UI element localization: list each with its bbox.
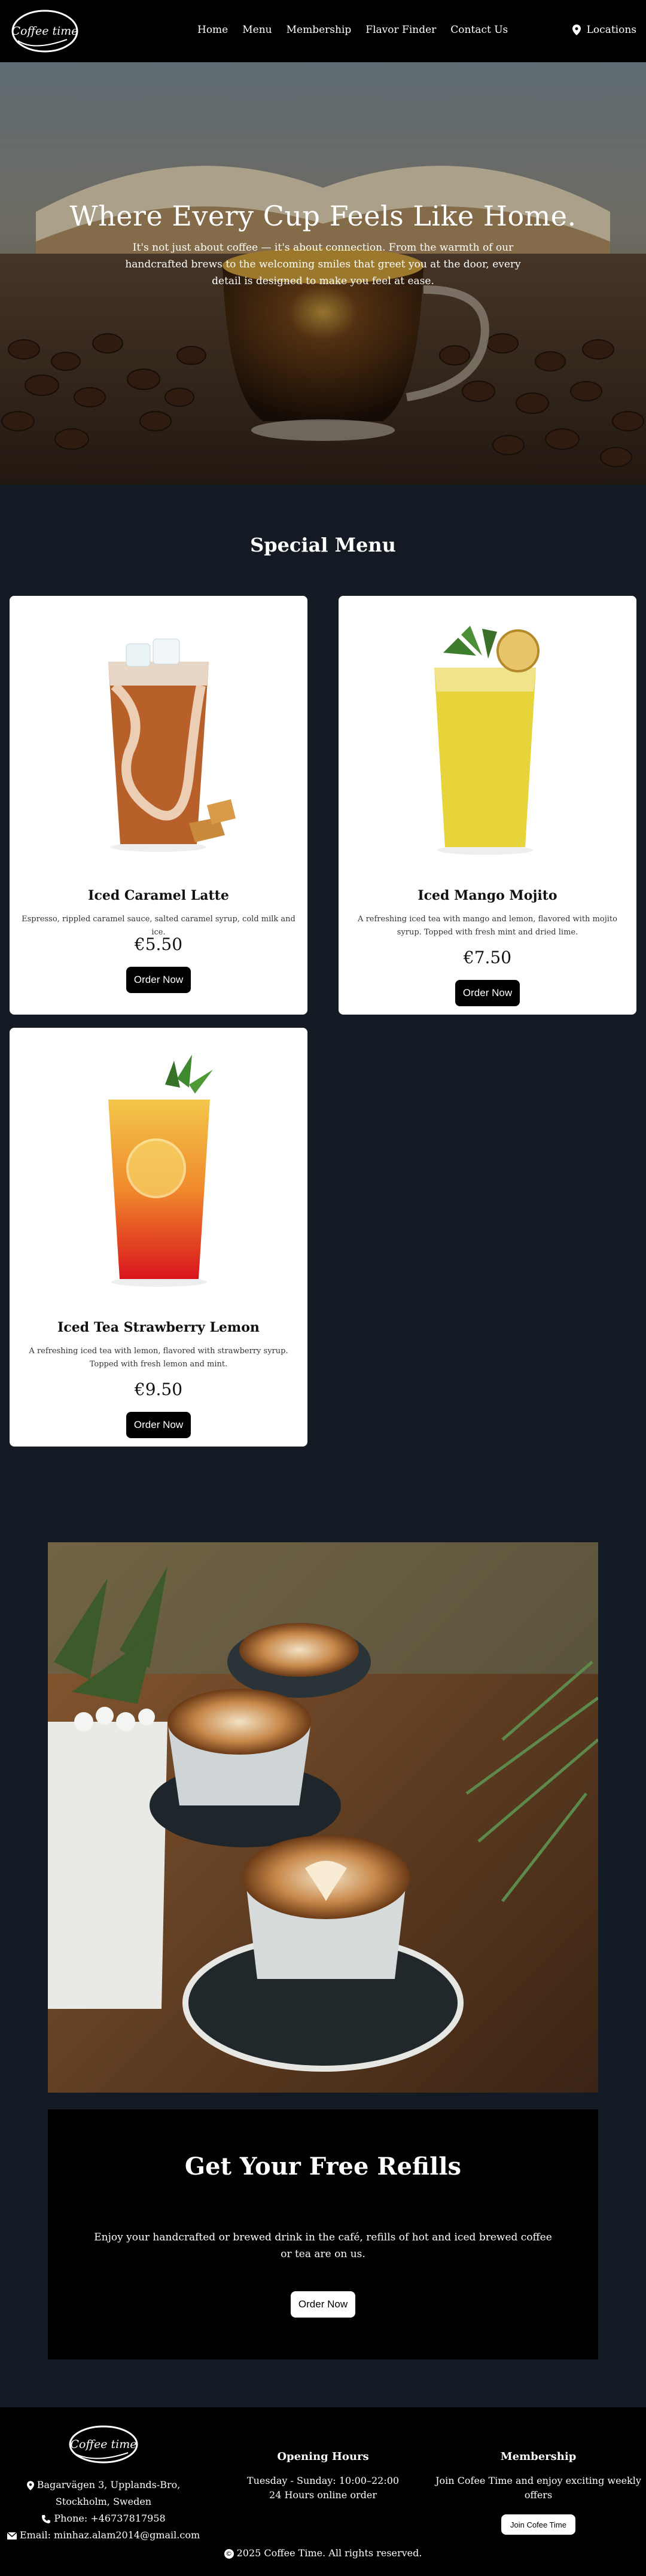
footer-membership: Membership Join Cofee Time and enjoy exc…: [431, 2450, 646, 2535]
locations-label: Locations: [586, 24, 636, 36]
iced-caramel-latte-image: [10, 596, 307, 871]
footer-opening-hours: Opening Hours Tuesday - Sunday: 10:00–22…: [233, 2450, 413, 2502]
membership-text: Join Cofee Time and enjoy exciting weekl…: [435, 2475, 641, 2501]
free-refills-text: Enjoy your handcrafted or brewed drink i…: [94, 2231, 552, 2260]
svg-text:Coffee time: Coffee time: [12, 25, 78, 38]
free-refills-section: Get Your Free Refills Enjoy your handcra…: [48, 2109, 598, 2359]
locations-link[interactable]: Locations: [572, 24, 636, 36]
menu-item-description: A refreshing iced tea with lemon, flavor…: [29, 1347, 288, 1369]
location-pin-icon: [26, 2480, 34, 2490]
footer: Coffee time Bagarvägen 3, Upplands-Bro, …: [0, 2407, 646, 2576]
top-navbar: Coffee time Home Menu Membership Flavor …: [0, 0, 646, 62]
iced-tea-strawberry-lemon-image: [10, 1028, 307, 1303]
iced-mango-mojito-image: [339, 596, 636, 871]
menu-item-name: Iced Tea Strawberry Lemon: [57, 1320, 260, 1335]
opening-hours-line: Tuesday - Sunday: 10:00–22:00: [246, 2475, 400, 2486]
menu-card-iced-tea-strawberry-lemon: Iced Tea Strawberry Lemon A refreshing i…: [10, 1028, 307, 1447]
nav-contact-link[interactable]: Contact Us: [450, 24, 508, 36]
menu-item-price: €9.50: [134, 1380, 183, 1399]
nav-home-link[interactable]: Home: [197, 24, 228, 36]
hero-title: Where Every Cup Feels Like Home.: [69, 200, 577, 232]
menu-item-name: Iced Mango Mojito: [418, 888, 557, 903]
footer-phone: Phone: +46737817958: [0, 2510, 207, 2527]
latte-art-cups-image: [48, 1542, 598, 2093]
nav-menu-link[interactable]: Menu: [242, 24, 272, 36]
copyright: © 2025 Coffee Time. All rights reserved.: [0, 2547, 646, 2559]
nav-links: Home Menu Membership Flavor Finder Conta…: [197, 24, 522, 36]
menu-card-iced-mango-mojito: Iced Mango Mojito A refreshing iced tea …: [339, 596, 636, 1015]
join-coffee-time-button[interactable]: Join Cofee Time: [501, 2514, 575, 2535]
online-order-line: 24 Hours online order: [269, 2489, 377, 2501]
envelope-icon: [7, 2532, 17, 2540]
order-now-button[interactable]: Order Now: [126, 967, 191, 993]
order-now-button[interactable]: Order Now: [126, 1412, 191, 1438]
menu-item-description: A refreshing iced tea with mango and lem…: [358, 915, 617, 937]
footer-address: Bagarvägen 3, Upplands-Bro, Stockholm, S…: [0, 2477, 207, 2510]
coffee-time-logo[interactable]: Coffee time: [10, 5, 80, 56]
refill-order-now-button[interactable]: Order Now: [291, 2291, 355, 2318]
opening-hours-title: Opening Hours: [277, 2450, 369, 2463]
footer-coffee-time-logo[interactable]: Coffee time: [66, 2420, 141, 2468]
menu-item-price: €5.50: [134, 934, 183, 954]
svg-text:Coffee time: Coffee time: [71, 2438, 137, 2451]
hero-subtitle: It's not just about coffee — it's about …: [125, 242, 521, 287]
phone-icon: [42, 2514, 51, 2523]
footer-contact-info: Bagarvägen 3, Upplands-Bro, Stockholm, S…: [0, 2477, 207, 2544]
order-now-button[interactable]: Order Now: [455, 980, 520, 1006]
free-refills-title: Get Your Free Refills: [184, 2152, 462, 2181]
special-menu-title: Special Menu: [250, 534, 396, 556]
menu-item-name: Iced Caramel Latte: [88, 888, 229, 903]
membership-title: Membership: [500, 2450, 577, 2463]
hero-section: Where Every Cup Feels Like Home. It's no…: [0, 62, 646, 485]
menu-item-price: €7.50: [463, 948, 512, 967]
menu-card-iced-caramel-latte: Iced Caramel Latte Espresso, rippled car…: [10, 596, 307, 1015]
footer-email: Email: minhaz.alam2014@gmail.com: [0, 2527, 207, 2544]
nav-flavor-finder-link[interactable]: Flavor Finder: [365, 24, 436, 36]
location-pin-icon: [572, 25, 581, 35]
copyright-icon: ©: [224, 2548, 234, 2559]
nav-membership-link[interactable]: Membership: [287, 24, 352, 36]
